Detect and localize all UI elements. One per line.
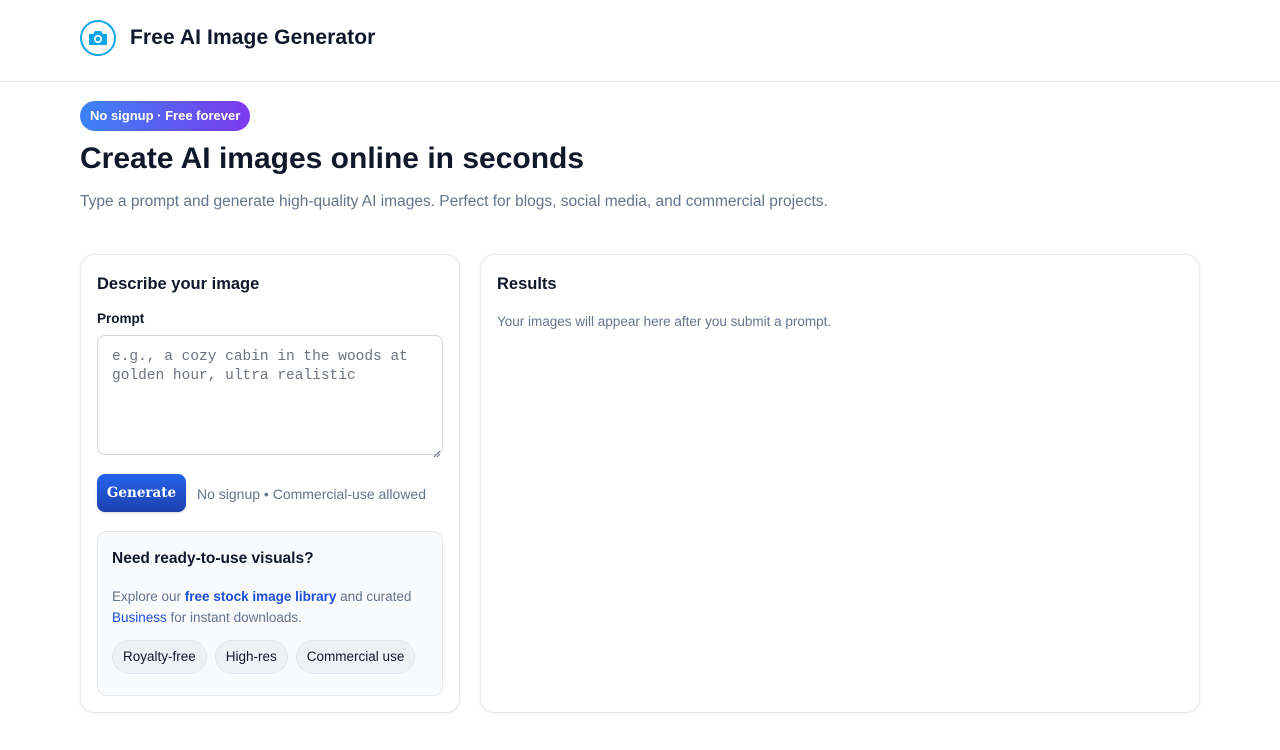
promo-text: Explore our free stock image library and… xyxy=(112,586,412,628)
stock-promo-box: Need ready-to-use visuals? Explore our f… xyxy=(97,531,443,696)
chip-commercial-use: Commercial use xyxy=(295,640,416,674)
stock-library-link[interactable]: free stock image library xyxy=(185,589,337,604)
business-link[interactable]: Business xyxy=(112,610,167,625)
page-subtitle: Type a prompt and generate high-quality … xyxy=(80,193,828,210)
prompt-label: Prompt xyxy=(97,311,145,326)
generate-note: No signup • Commercial-use allowed xyxy=(197,486,426,502)
generate-button[interactable]: Generate xyxy=(97,474,186,512)
results-title: Results xyxy=(497,275,557,293)
page-title: Create AI images online in seconds xyxy=(80,142,585,175)
results-card: Results Your images will appear here aft… xyxy=(480,254,1200,713)
site-header: Free AI Image Generator xyxy=(0,0,1280,82)
promo-text-prefix: Explore our xyxy=(112,589,185,604)
resize-handle-icon[interactable] xyxy=(433,445,441,458)
prompt-input[interactable] xyxy=(97,335,443,455)
brand[interactable]: Free AI Image Generator xyxy=(80,20,375,56)
prompt-card-title: Describe your image xyxy=(97,275,260,293)
chip-royalty-free: Royalty-free xyxy=(112,640,207,674)
promo-text-middle: and curated xyxy=(336,589,412,604)
brand-name: Free AI Image Generator xyxy=(130,26,376,49)
promo-badge: No signup · Free forever xyxy=(80,101,251,131)
feature-chips: Royalty-free High-res Commercial use xyxy=(112,640,423,674)
chip-high-res: High-res xyxy=(214,640,288,674)
results-empty-state: Your images will appear here after you s… xyxy=(497,314,832,329)
prompt-card: Describe your image Prompt Generate No s… xyxy=(80,254,460,713)
promo-text-suffix: for instant downloads. xyxy=(166,610,302,625)
promo-title: Need ready-to-use visuals? xyxy=(112,550,314,567)
camera-icon xyxy=(80,20,116,56)
